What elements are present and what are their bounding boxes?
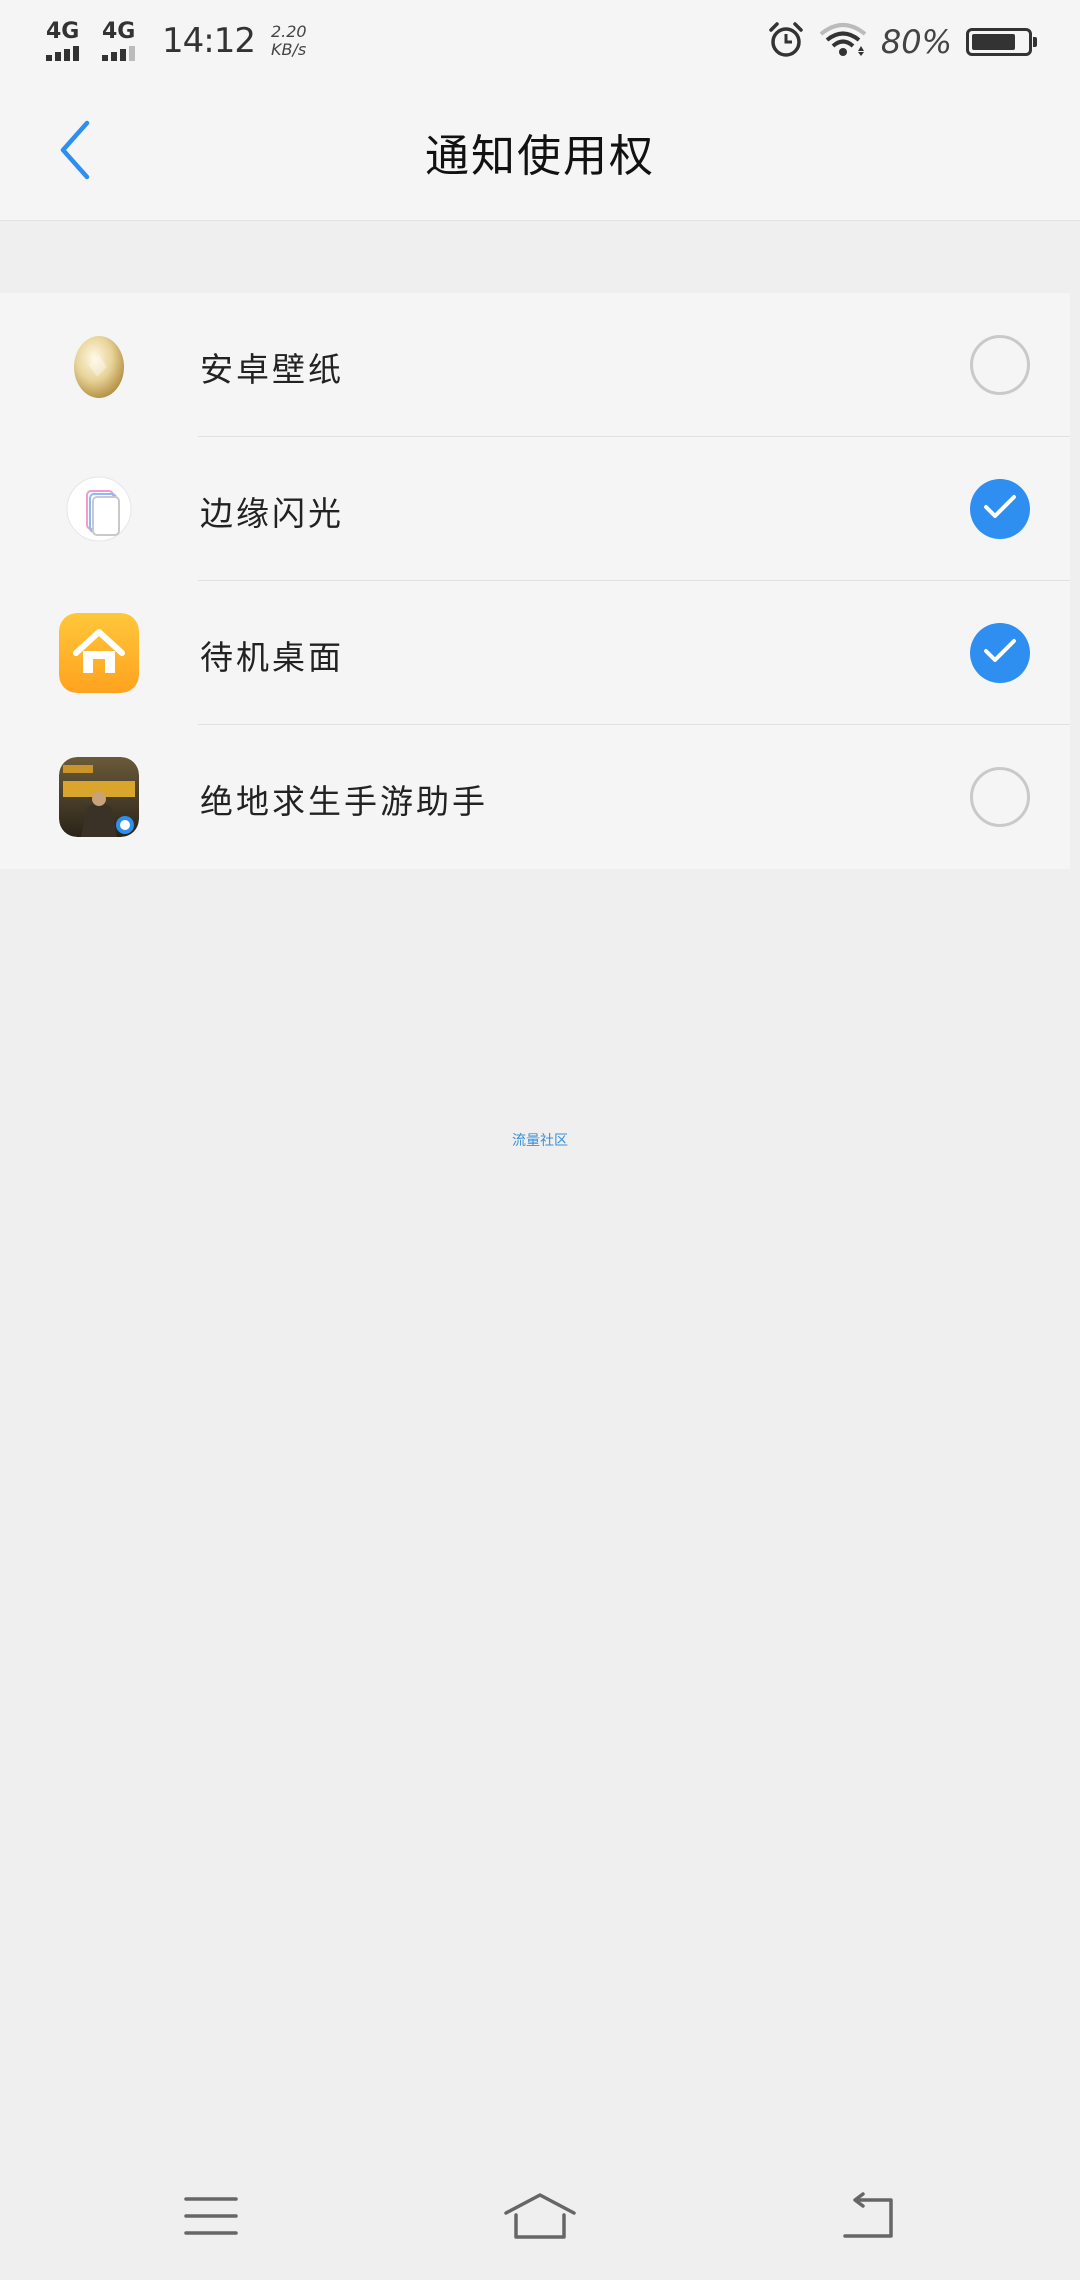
page-title: 通知使用权 bbox=[425, 131, 655, 182]
egg-icon bbox=[59, 325, 139, 405]
list-item[interactable]: 绝地求生手游助手 bbox=[0, 725, 1070, 869]
checkbox[interactable] bbox=[970, 623, 1030, 683]
battery-fill bbox=[972, 34, 1016, 50]
signal-indicator-2: 4G bbox=[102, 21, 148, 61]
pubg-assistant-icon bbox=[59, 757, 139, 837]
checkbox[interactable] bbox=[970, 479, 1030, 539]
signal-indicator-1: 4G bbox=[46, 21, 92, 61]
wifi-icon bbox=[819, 22, 867, 62]
network-speed-unit: KB/s bbox=[270, 40, 307, 59]
status-right: 80% bbox=[767, 20, 1037, 64]
list-item[interactable]: 待机桌面 bbox=[0, 581, 1070, 725]
home-nav-icon bbox=[502, 2191, 578, 2245]
edge-flash-icon bbox=[59, 469, 139, 549]
nav-bar bbox=[0, 2160, 1080, 2280]
list-item[interactable]: 安卓壁纸 bbox=[0, 293, 1070, 437]
checkbox[interactable] bbox=[970, 335, 1030, 395]
app-name: 边缘闪光 bbox=[200, 494, 344, 533]
network-type-2: 4G bbox=[102, 19, 136, 44]
status-left: 4G 4G 14:12 2.20 KB/s bbox=[46, 18, 307, 64]
network-speed: 2.20 KB/s bbox=[271, 23, 307, 59]
back-nav-icon bbox=[841, 2192, 897, 2244]
battery-percent: 80% bbox=[880, 23, 952, 61]
list-item[interactable]: 边缘闪光 bbox=[0, 437, 1070, 581]
watermark: 流量社区 bbox=[512, 1133, 568, 1149]
network-speed-value: 2.20 bbox=[270, 22, 307, 41]
signal-bars-icon bbox=[102, 45, 135, 61]
alarm-icon bbox=[767, 21, 805, 63]
checkbox[interactable] bbox=[970, 767, 1030, 827]
menu-button[interactable] bbox=[171, 2188, 251, 2248]
title-bar: 通知使用权 bbox=[0, 82, 1080, 221]
app-name: 绝地求生手游助手 bbox=[200, 782, 488, 821]
checkmark-icon bbox=[983, 494, 1017, 524]
battery-icon bbox=[966, 28, 1037, 56]
clock: 14:12 bbox=[162, 21, 256, 61]
status-bar: 4G 4G 14:12 2.20 KB/s 80% bbox=[0, 0, 1080, 82]
checkmark-icon bbox=[983, 638, 1017, 668]
home-button[interactable] bbox=[500, 2188, 580, 2248]
app-name: 待机桌面 bbox=[200, 638, 344, 677]
app-list: 安卓壁纸 边缘闪光 待机桌面 绝地求生手游助手 bbox=[0, 293, 1070, 869]
signal-bars-icon bbox=[46, 45, 79, 61]
network-type-1: 4G bbox=[46, 19, 80, 44]
back-nav-button[interactable] bbox=[829, 2188, 909, 2248]
home-icon bbox=[59, 613, 139, 693]
menu-icon bbox=[184, 2195, 238, 2241]
app-name: 安卓壁纸 bbox=[200, 350, 344, 389]
